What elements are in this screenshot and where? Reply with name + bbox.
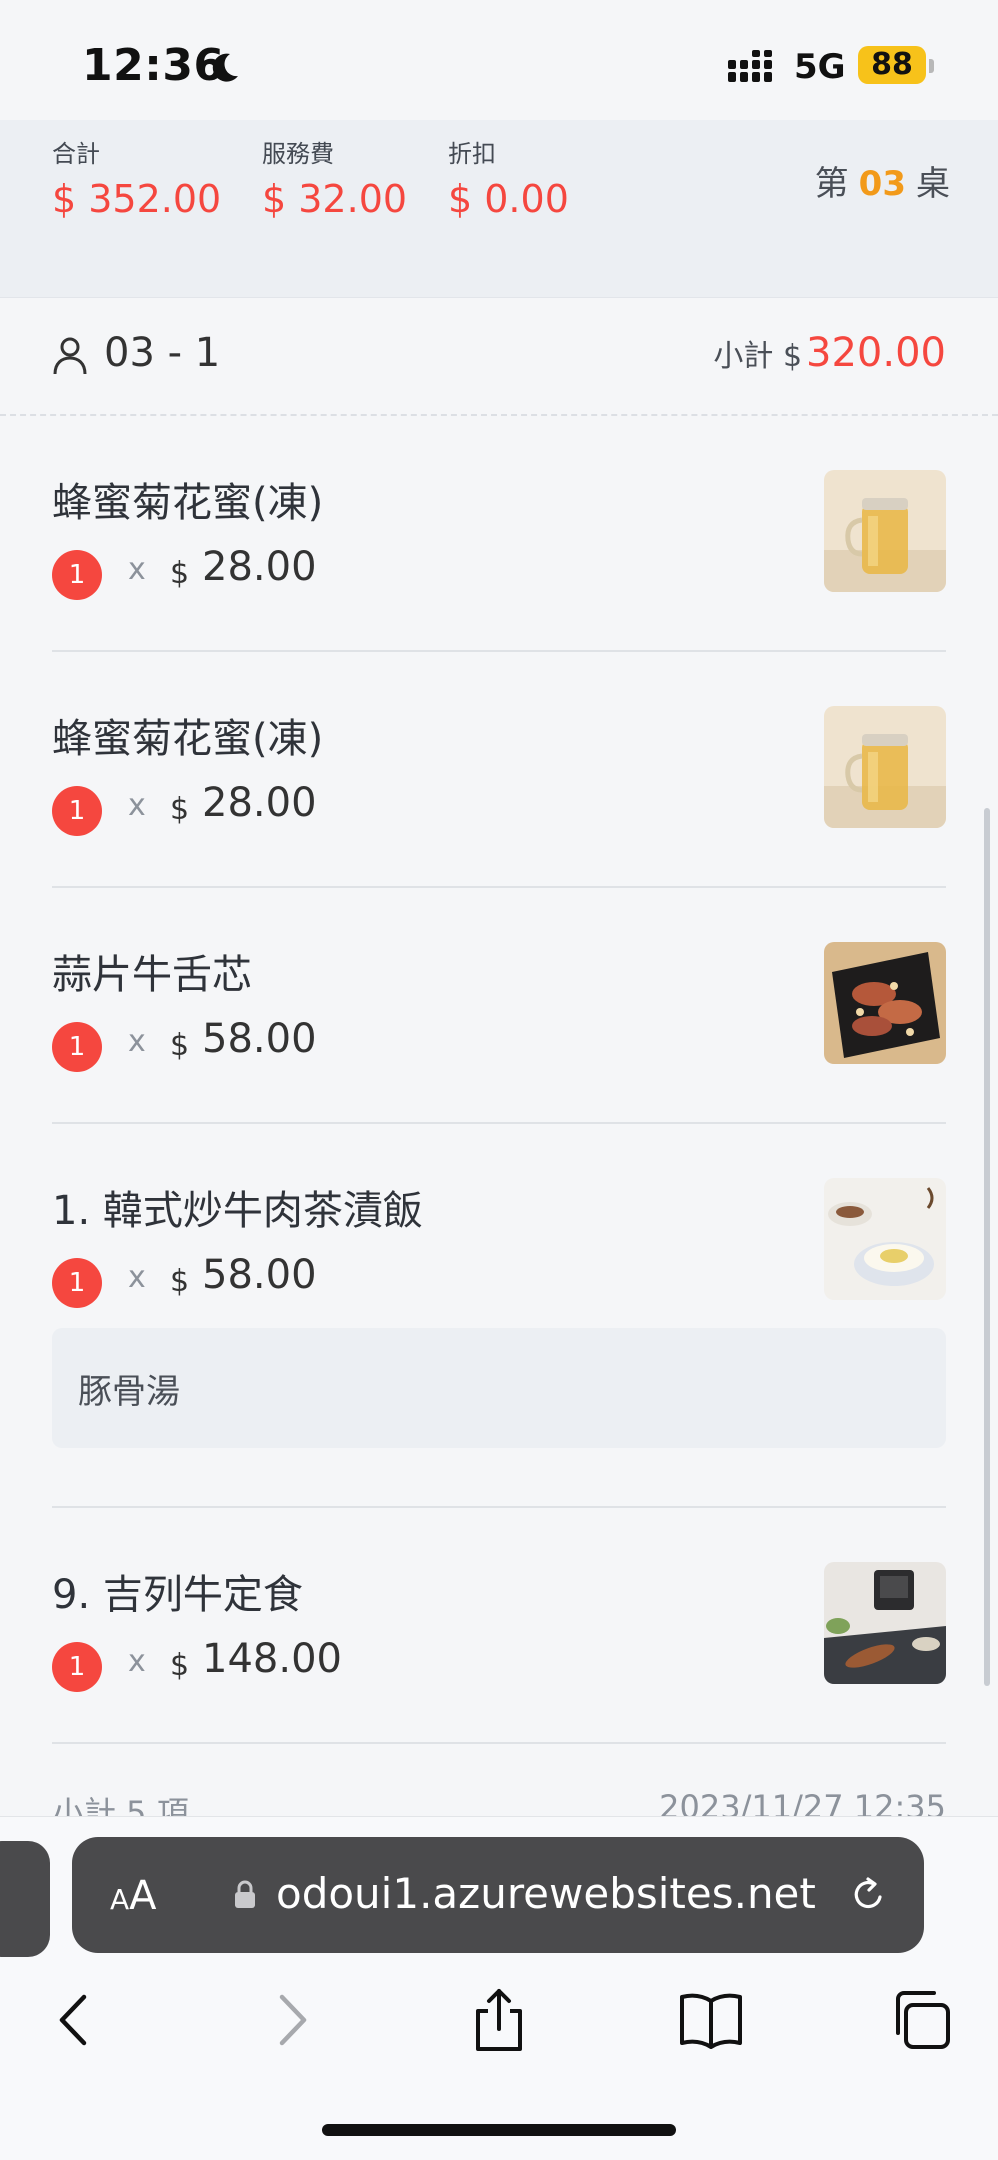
home-indicator[interactable] [322, 2124, 676, 2136]
quantity-badge: 1 [52, 1022, 102, 1072]
subtotal-label: 小計 $ [713, 339, 803, 374]
signal-icon [728, 50, 772, 82]
total-block: 合計 $ 352.00 [52, 134, 221, 221]
reload-icon[interactable] [848, 1875, 888, 1915]
order-list[interactable]: 03 - 1 小計 $320.00 蜂蜜菊花蜜(凍) 1 x $ 28.00 蜂… [0, 298, 998, 1816]
address-bar[interactable]: AA odoui1.azurewebsites.net [72, 1837, 924, 1953]
discount-value: $ 0.00 [448, 177, 569, 221]
network-label: 5G [794, 47, 846, 87]
item-price: 58.00 [202, 1016, 317, 1062]
item-name: 1. 韓式炒牛肉茶漬飯 [52, 1188, 423, 1234]
guest-subtotal: 小計 $320.00 [713, 330, 946, 376]
item-count-label: 小計 5 項 [52, 1794, 189, 1816]
katsu-set-image [824, 1562, 946, 1684]
multiply-sign: x [128, 552, 146, 587]
item-name: 蜂蜜菊花蜜(凍) [52, 480, 324, 526]
battery-level: 88 [858, 46, 926, 84]
status-bar: 12:36 5G 88 [0, 0, 998, 120]
status-time: 12:36 [82, 40, 225, 91]
tabs-icon[interactable] [886, 1985, 956, 2055]
browser-toolbar: AA odoui1.azurewebsites.net [0, 1816, 998, 2160]
guest-label: 03 - 1 [104, 330, 221, 376]
item-name: 蒜片牛舌芯 [52, 952, 252, 998]
beef-tongue-image [824, 942, 946, 1064]
item-note-text: 豚骨湯 [78, 1372, 180, 1412]
currency-symbol: $ [170, 556, 190, 591]
url-text: odoui1.azurewebsites.net [276, 1869, 816, 1918]
forward-icon[interactable] [256, 1985, 326, 2055]
item-note: 豚骨湯 [52, 1328, 946, 1448]
multiply-sign: x [128, 788, 146, 823]
item-price: 58.00 [202, 1252, 317, 1298]
order-datetime: 2023/11/27 12:35 [659, 1788, 946, 1816]
item-price: 28.00 [202, 780, 317, 826]
item-name: 蜂蜜菊花蜜(凍) [52, 716, 324, 762]
discount-label: 折扣 [448, 140, 496, 168]
moon-icon [212, 53, 238, 82]
honey-drink-image [824, 470, 946, 592]
item-name: 9. 吉列牛定食 [52, 1572, 303, 1618]
aa-small-letter: A [110, 1883, 130, 1916]
list-item[interactable]: 蜂蜜菊花蜜(凍) 1 x $ 28.00 [52, 654, 946, 888]
lock-icon [235, 1880, 255, 1908]
service-fee-label: 服務費 [262, 140, 334, 168]
currency-symbol: $ [170, 1264, 190, 1299]
aa-large-letter: A [129, 1873, 157, 1919]
currency-symbol: $ [170, 1028, 190, 1063]
list-item[interactable]: 蒜片牛舌芯 1 x $ 58.00 [52, 890, 946, 1124]
item-price: 148.00 [202, 1636, 342, 1682]
honey-drink-image [824, 706, 946, 828]
quantity-badge: 1 [52, 1258, 102, 1308]
item-price: 28.00 [202, 544, 317, 590]
multiply-sign: x [128, 1024, 146, 1059]
rice-bowl-image [824, 1178, 946, 1300]
quantity-badge: 1 [52, 786, 102, 836]
multiply-sign: x [128, 1260, 146, 1295]
bookmarks-icon[interactable] [676, 1985, 746, 2055]
guest-row: 03 - 1 小計 $320.00 [0, 298, 998, 416]
quantity-badge: 1 [52, 550, 102, 600]
table-number-value: 03 [858, 164, 906, 204]
scrollbar[interactable] [984, 808, 990, 1686]
multiply-sign: x [128, 1644, 146, 1679]
order-summary: 合計 $ 352.00 服務費 $ 32.00 折扣 $ 0.00 第 03 桌 [0, 120, 998, 298]
battery-indicator: 88 [858, 46, 934, 88]
share-icon[interactable] [464, 1985, 534, 2055]
currency-symbol: $ [170, 1648, 190, 1683]
list-item[interactable]: 蜂蜜菊花蜜(凍) 1 x $ 28.00 [52, 418, 946, 652]
currency-symbol: $ [170, 792, 190, 827]
quantity-badge: 1 [52, 1642, 102, 1692]
subtotal-value: 320.00 [806, 330, 946, 376]
reader-settings-button[interactable]: AA [110, 1873, 157, 1919]
table-number: 第 03 桌 [815, 156, 950, 205]
previous-tab-peek[interactable] [0, 1841, 50, 1957]
battery-tip [929, 58, 934, 73]
discount-block: 折扣 $ 0.00 [448, 134, 569, 221]
service-fee-value: $ 32.00 [262, 177, 408, 221]
list-item[interactable]: 9. 吉列牛定食 1 x $ 148.00 [52, 1510, 946, 1744]
service-fee-block: 服務費 $ 32.00 [262, 134, 407, 221]
list-item[interactable]: 1. 韓式炒牛肉茶漬飯 1 x $ 58.00 豚骨湯 [52, 1126, 946, 1508]
total-label: 合計 [52, 140, 100, 168]
user-icon [53, 337, 87, 375]
table-suffix: 桌 [916, 164, 950, 204]
table-prefix: 第 [814, 164, 849, 204]
total-value: $ 352.00 [52, 177, 222, 221]
back-icon[interactable] [40, 1985, 110, 2055]
